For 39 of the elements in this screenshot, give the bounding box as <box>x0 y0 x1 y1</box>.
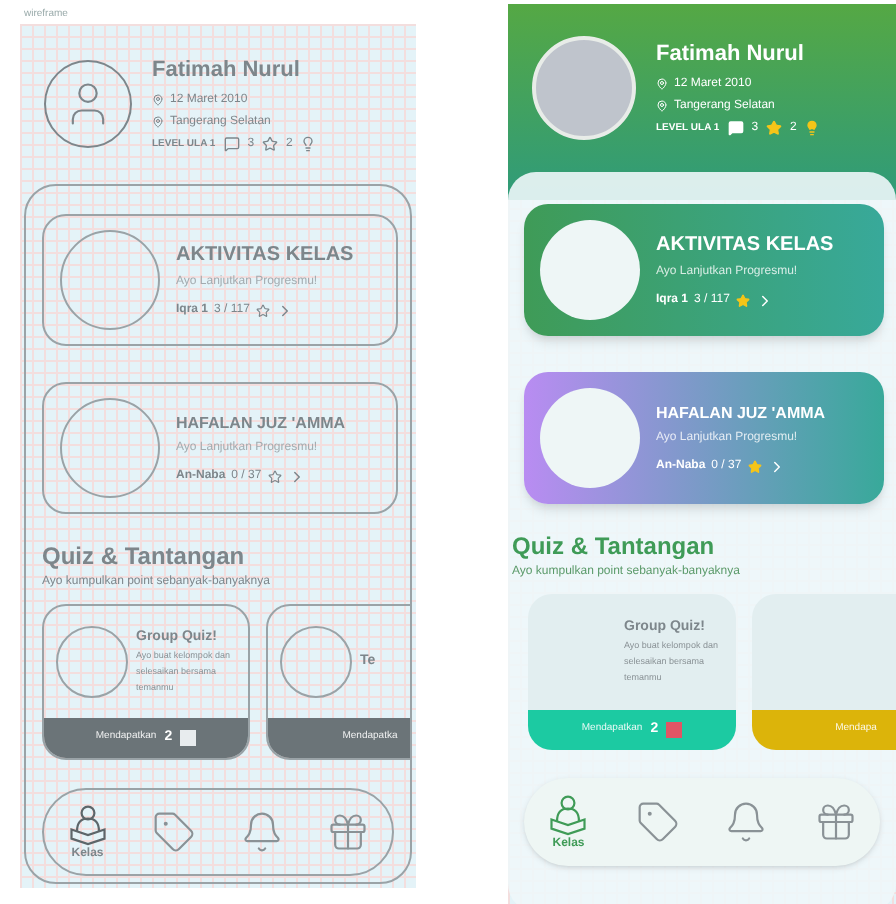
reader-icon <box>546 791 591 835</box>
section-title: Quiz & Tantangan <box>42 540 247 574</box>
card-title: AKTIVITAS KELAS <box>176 242 354 270</box>
nav-item[interactable] <box>724 800 769 844</box>
card-title: HAFALAN JUZ 'AMMA <box>176 411 346 435</box>
chat-icon <box>223 136 240 153</box>
card-title: AKTIVITAS KELAS <box>656 232 834 260</box>
section-title: Quiz & Tantangan <box>512 530 717 564</box>
chat-icon <box>727 120 744 137</box>
star-icon <box>262 136 279 153</box>
star-icon <box>747 459 762 473</box>
star-icon <box>735 294 750 308</box>
star-icon <box>267 469 282 483</box>
gift-icon <box>326 810 371 854</box>
reward-square-icon <box>180 730 197 746</box>
nav-item[interactable] <box>326 810 371 854</box>
gift-icon <box>813 800 858 844</box>
user-name: Fatimah Nurul <box>152 56 302 87</box>
pin-icon <box>656 100 668 113</box>
bell-icon <box>724 800 769 844</box>
tag-icon <box>635 800 680 844</box>
nav-item[interactable] <box>635 800 680 844</box>
tag-icon <box>152 810 197 854</box>
nav-item[interactable] <box>813 800 858 844</box>
avatar <box>532 36 636 140</box>
user-name: Fatimah Nurul <box>656 40 806 71</box>
bulb-icon <box>804 120 821 137</box>
reward-square-icon <box>666 722 683 738</box>
bulb-icon <box>300 136 317 153</box>
card-title: HAFALAN JUZ 'AMMA <box>656 401 826 425</box>
pin-icon <box>152 94 164 107</box>
reader-icon <box>65 801 110 845</box>
nav-item[interactable] <box>239 810 284 854</box>
star-icon <box>255 304 270 318</box>
pin-icon <box>152 116 164 129</box>
bell-icon <box>239 810 284 854</box>
pin-icon <box>656 78 668 91</box>
nav-item[interactable] <box>152 810 197 854</box>
star-icon <box>766 120 783 137</box>
